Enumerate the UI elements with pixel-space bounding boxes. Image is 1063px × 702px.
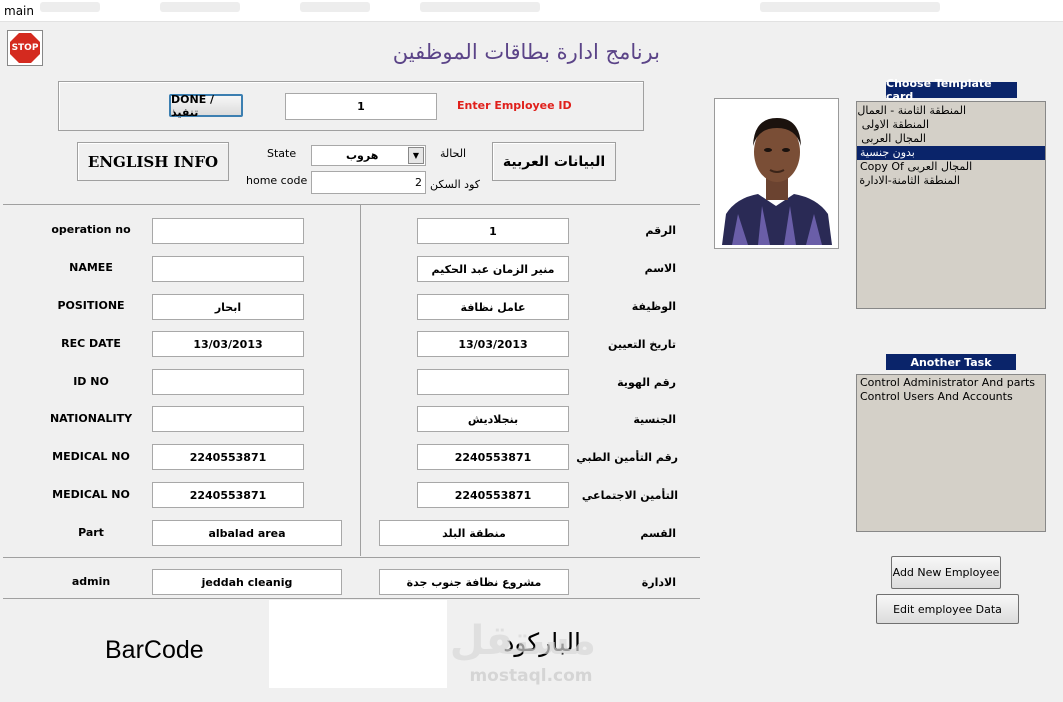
ar-label-nationality: الجنسية: [633, 413, 676, 426]
another-task-list[interactable]: Control Administrator And parts Control …: [856, 374, 1046, 532]
list-item-selected[interactable]: بدون جنسية: [857, 146, 1045, 160]
ar-field-social-insurance[interactable]: 2240553871: [417, 482, 569, 508]
done-button[interactable]: DONE / تنفيذ: [169, 93, 243, 119]
template-card-header: Choose Template card: [886, 77, 1017, 103]
template-card-list[interactable]: المنطقة الثامنة - العمال المنطقة الاولى …: [856, 101, 1046, 309]
list-item[interactable]: المنطقة الثامنة - العمال: [857, 104, 969, 118]
home-code-label-ar: كود السكن: [430, 178, 480, 191]
state-value: هروب: [346, 149, 379, 162]
ar-label-administration: الادارة: [641, 576, 676, 589]
stop-icon: STOP: [10, 33, 40, 63]
ar-label-social-insurance: التأمين الاجتماعي: [581, 489, 678, 502]
blurred-menu: [160, 2, 240, 12]
watermark-brand: مستقل: [449, 618, 596, 664]
list-item[interactable]: Copy Of المجال العربى: [857, 160, 1045, 174]
form-divider-bottom: [3, 557, 700, 558]
add-employee-button[interactable]: Add New Employee: [891, 556, 1001, 589]
home-code-label-en: home code: [246, 174, 308, 187]
barcode-label-en: BarCode: [105, 636, 204, 664]
ar-label-department: القسم: [640, 527, 676, 540]
ar-field-nationality[interactable]: بنجلاديش: [417, 406, 569, 432]
employee-id-input[interactable]: 1: [285, 93, 437, 120]
english-info-button[interactable]: ENGLISH INFO: [77, 142, 229, 181]
state-label-en: State: [267, 147, 297, 160]
person-photo-icon: [718, 102, 835, 245]
ar-field-name[interactable]: منير الزمان عبد الحكيم: [417, 256, 569, 282]
form-divider-middle: [360, 204, 361, 556]
watermark-site: mostaql.com: [469, 666, 593, 686]
ar-label-position: الوظيفة: [631, 300, 676, 313]
list-item[interactable]: المجال العربى: [857, 132, 929, 146]
en-field-nationality[interactable]: [152, 406, 304, 432]
blurred-menu: [420, 2, 540, 12]
ar-field-id-no[interactable]: [417, 369, 569, 395]
state-select[interactable]: هروب ▼: [311, 145, 426, 166]
en-field-position[interactable]: ابحار: [152, 294, 304, 320]
list-item[interactable]: المنطقة الاولى: [857, 118, 932, 132]
ar-field-number[interactable]: 1: [417, 218, 569, 244]
ar-label-number: الرقم: [645, 224, 676, 237]
en-field-part[interactable]: albalad area: [152, 520, 342, 546]
en-field-id-no[interactable]: [152, 369, 304, 395]
window-title: main: [4, 4, 34, 18]
blurred-menu: [40, 2, 100, 12]
stop-button[interactable]: STOP: [7, 30, 43, 66]
ar-label-medical-no: رقم التأمين الطبي: [576, 451, 678, 464]
en-field-admin[interactable]: jeddah cleanig: [152, 569, 342, 595]
chevron-down-icon[interactable]: ▼: [408, 147, 424, 164]
employee-id-label: Enter Employee ID: [457, 99, 572, 112]
another-task-header: Another Task: [886, 354, 1016, 370]
en-field-name[interactable]: [152, 256, 304, 282]
blurred-menu: [760, 2, 940, 12]
form-divider-admin: [3, 598, 700, 599]
list-item[interactable]: Control Users And Accounts: [857, 390, 1045, 404]
employee-photo: [714, 98, 839, 249]
list-item[interactable]: المنطقة الثامنة-الادارة: [857, 174, 963, 188]
ar-field-hire-date[interactable]: 13/03/2013: [417, 331, 569, 357]
ar-field-medical-no[interactable]: 2240553871: [417, 444, 569, 470]
en-field-medical-no[interactable]: 2240553871: [152, 444, 304, 470]
ar-field-department[interactable]: منطقة البلد: [379, 520, 569, 546]
page-title: برنامج ادارة بطاقات الموظفين: [392, 40, 660, 64]
en-field-rec-date[interactable]: 13/03/2013: [152, 331, 304, 357]
ar-field-administration[interactable]: مشروع نظافة جنوب جدة: [379, 569, 569, 595]
list-item[interactable]: Control Administrator And parts: [857, 376, 1045, 390]
en-field-operation-no[interactable]: [152, 218, 304, 244]
home-code-input[interactable]: 2: [311, 171, 426, 194]
state-label-ar: الحالة: [440, 147, 467, 160]
barcode-image: [269, 600, 447, 688]
window-titlebar: main: [0, 0, 1063, 22]
arabic-info-button[interactable]: البيانات العربية: [492, 142, 616, 181]
ar-label-hire-date: تاريخ التعيين: [608, 338, 676, 351]
en-field-medical-no-2[interactable]: 2240553871: [152, 482, 304, 508]
ar-label-name: الاسم: [644, 262, 676, 275]
edit-employee-button[interactable]: Edit employee Data: [876, 594, 1019, 624]
blurred-menu: [300, 2, 370, 12]
ar-label-id-no: رقم الهوية: [617, 376, 676, 389]
form-divider-top: [3, 204, 700, 205]
ar-field-position[interactable]: عامل نظافة: [417, 294, 569, 320]
